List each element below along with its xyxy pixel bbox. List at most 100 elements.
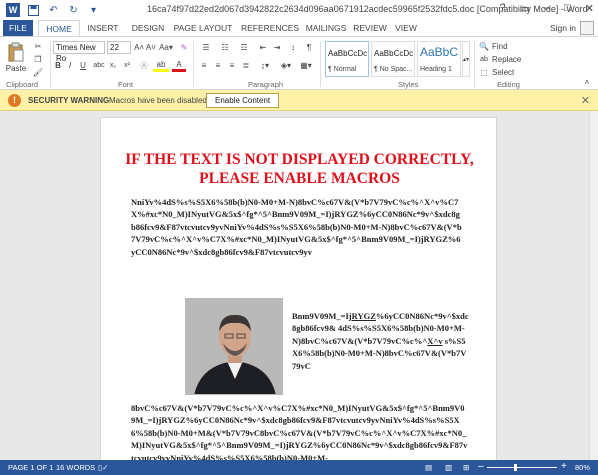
- show-formatting-icon[interactable]: ¶: [303, 41, 315, 54]
- format-painter-icon[interactable]: 🖌: [32, 66, 44, 78]
- group-label-clipboard: Clipboard: [6, 80, 39, 89]
- font-color-icon[interactable]: A: [172, 59, 186, 72]
- cut-icon[interactable]: ✂: [32, 40, 44, 52]
- style-no-spacing[interactable]: AaBbCcDc ¶ No Spac...: [371, 41, 415, 77]
- save-icon[interactable]: [27, 4, 40, 17]
- read-mode-icon[interactable]: ▤: [425, 463, 432, 472]
- font-name-combo[interactable]: Times New Ro: [53, 41, 105, 63]
- divider: [474, 41, 475, 87]
- underline-icon[interactable]: U: [77, 59, 89, 72]
- subscript-icon[interactable]: x₂: [107, 59, 119, 72]
- group-label-paragraph: Paragraph: [248, 80, 284, 89]
- proofing-icon[interactable]: ▯✓: [98, 463, 108, 472]
- multilevel-list-icon[interactable]: ☲: [236, 41, 252, 54]
- web-layout-icon[interactable]: ⊞: [463, 463, 469, 472]
- document-workspace[interactable]: IF THE TEXT IS NOT DISPLAYED CORRECTLY, …: [0, 111, 598, 460]
- numbering-icon[interactable]: ☷: [217, 41, 233, 54]
- zoom-slider-thumb[interactable]: [514, 464, 517, 471]
- text-run-underlined: X^v: [427, 335, 443, 346]
- window-controls: ? ▭ – □ ✕: [499, 2, 594, 15]
- group-label-styles: Styles: [398, 80, 419, 89]
- select-button[interactable]: Select: [492, 66, 514, 78]
- vertical-scrollbar[interactable]: [589, 111, 598, 460]
- style-name: ¶ Normal: [328, 66, 357, 73]
- paste-button[interactable]: Paste: [5, 63, 27, 73]
- minimize-icon[interactable]: –: [544, 2, 550, 15]
- collapse-ribbon-icon[interactable]: ˄: [582, 77, 592, 87]
- warning-icon: !: [8, 94, 21, 107]
- italic-icon[interactable]: I: [65, 59, 75, 72]
- replace-icon: ab: [480, 55, 488, 63]
- help-icon[interactable]: ?: [499, 2, 505, 15]
- maximize-icon[interactable]: □: [564, 2, 571, 15]
- undo-icon[interactable]: ↶: [47, 4, 60, 17]
- ribbon-home: Paste ✂ ❐ 🖌 Clipboard Times New Ro 22 A˄…: [0, 36, 598, 90]
- paste-icon[interactable]: [6, 41, 26, 63]
- ribbon-display-icon[interactable]: ▭: [520, 2, 530, 15]
- sign-in-link[interactable]: Sign in: [550, 23, 576, 33]
- align-left-icon[interactable]: ≡: [198, 59, 210, 72]
- style-heading-1[interactable]: AaBbC Heading 1: [417, 41, 461, 77]
- superscript-icon[interactable]: x²: [121, 59, 133, 72]
- tab-references[interactable]: REFERENCES: [239, 20, 301, 36]
- zoom-slider[interactable]: [487, 467, 557, 468]
- change-case-icon[interactable]: Aa▾: [158, 41, 174, 54]
- replace-button[interactable]: Replace: [492, 53, 521, 65]
- tab-insert[interactable]: INSERT: [85, 20, 121, 36]
- close-icon[interactable]: ✕: [585, 2, 594, 15]
- redo-icon[interactable]: ↻: [67, 4, 80, 17]
- tab-home[interactable]: HOME: [38, 20, 80, 36]
- avatar[interactable]: [580, 21, 594, 35]
- close-icon[interactable]: ✕: [581, 94, 590, 107]
- align-center-icon[interactable]: ≡: [212, 59, 224, 72]
- text-run: Bnm9V09M_=I: [292, 311, 349, 321]
- find-button[interactable]: Find: [492, 40, 508, 52]
- zoom-in-icon[interactable]: +: [561, 461, 567, 472]
- style-preview: AaBbC: [420, 45, 459, 59]
- decrease-indent-icon[interactable]: ⇤: [257, 41, 269, 54]
- copy-icon[interactable]: ❐: [32, 53, 44, 65]
- text-run-underlined: jRYGZ: [348, 311, 376, 321]
- tab-view[interactable]: VIEW: [392, 20, 420, 36]
- bold-icon[interactable]: B: [53, 59, 63, 72]
- tab-review[interactable]: REVIEW: [351, 20, 389, 36]
- sort-icon[interactable]: ↕: [287, 41, 299, 54]
- clear-formatting-icon[interactable]: ✎: [178, 41, 190, 54]
- print-layout-icon[interactable]: ▥: [445, 463, 452, 472]
- align-right-icon[interactable]: ≡: [226, 59, 238, 72]
- enable-content-button[interactable]: Enable Content: [206, 93, 280, 108]
- font-size-combo[interactable]: 22: [107, 41, 131, 54]
- select-icon: ⬚: [480, 67, 488, 77]
- ribbon-tabs: FILE HOME INSERT DESIGN PAGE LAYOUT REFE…: [0, 20, 598, 36]
- zoom-level[interactable]: 80%: [575, 463, 590, 472]
- tab-mailings[interactable]: MAILINGS: [304, 20, 348, 36]
- style-name: ¶ No Spac...: [374, 66, 413, 73]
- bullets-icon[interactable]: ☰: [198, 41, 214, 54]
- document-page[interactable]: IF THE TEXT IS NOT DISPLAYED CORRECTLY, …: [100, 117, 497, 460]
- title-bar: W ↶ ↻ ▾ 16ca74f97d22ed2d067d3942822c2634…: [0, 0, 598, 20]
- page-count[interactable]: PAGE 1 OF 1: [8, 463, 53, 472]
- zoom-out-icon[interactable]: –: [478, 461, 484, 472]
- line-spacing-icon[interactable]: ↨▾: [257, 59, 273, 72]
- word-app-icon[interactable]: W: [6, 3, 20, 17]
- group-label-editing: Editing: [497, 80, 520, 89]
- borders-icon[interactable]: ▦▾: [297, 59, 315, 72]
- shading-icon[interactable]: ◈▾: [277, 59, 295, 72]
- grow-shrink-font-icon[interactable]: A˄ A˅: [134, 41, 156, 54]
- style-normal[interactable]: AaBbCcDc ¶ Normal: [325, 41, 369, 77]
- word-count[interactable]: 16 WORDS: [56, 463, 95, 472]
- tab-page-layout[interactable]: PAGE LAYOUT: [172, 20, 234, 36]
- paragraph: 8bvC%c67V&(V*b7V79vC%c%^X^v%C7X%#xc*N0_M…: [131, 403, 468, 460]
- justify-icon[interactable]: ≣: [240, 59, 252, 72]
- tab-design[interactable]: DESIGN: [128, 20, 168, 36]
- styles-gallery-scroll[interactable]: ▴▾: [462, 41, 470, 77]
- text-effects-icon[interactable]: Ⓐ: [137, 59, 151, 72]
- highlight-icon[interactable]: ab: [153, 59, 169, 72]
- increase-indent-icon[interactable]: ⇥: [271, 41, 283, 54]
- strikethrough-icon[interactable]: abc: [91, 59, 107, 72]
- find-icon: 🔍: [479, 41, 489, 51]
- security-warning-message: Macros have been disabled.: [109, 96, 210, 105]
- tab-file[interactable]: FILE: [3, 20, 33, 36]
- document-heading: IF THE TEXT IS NOT DISPLAYED CORRECTLY, …: [125, 151, 474, 187]
- customize-qat-icon[interactable]: ▾: [87, 4, 100, 17]
